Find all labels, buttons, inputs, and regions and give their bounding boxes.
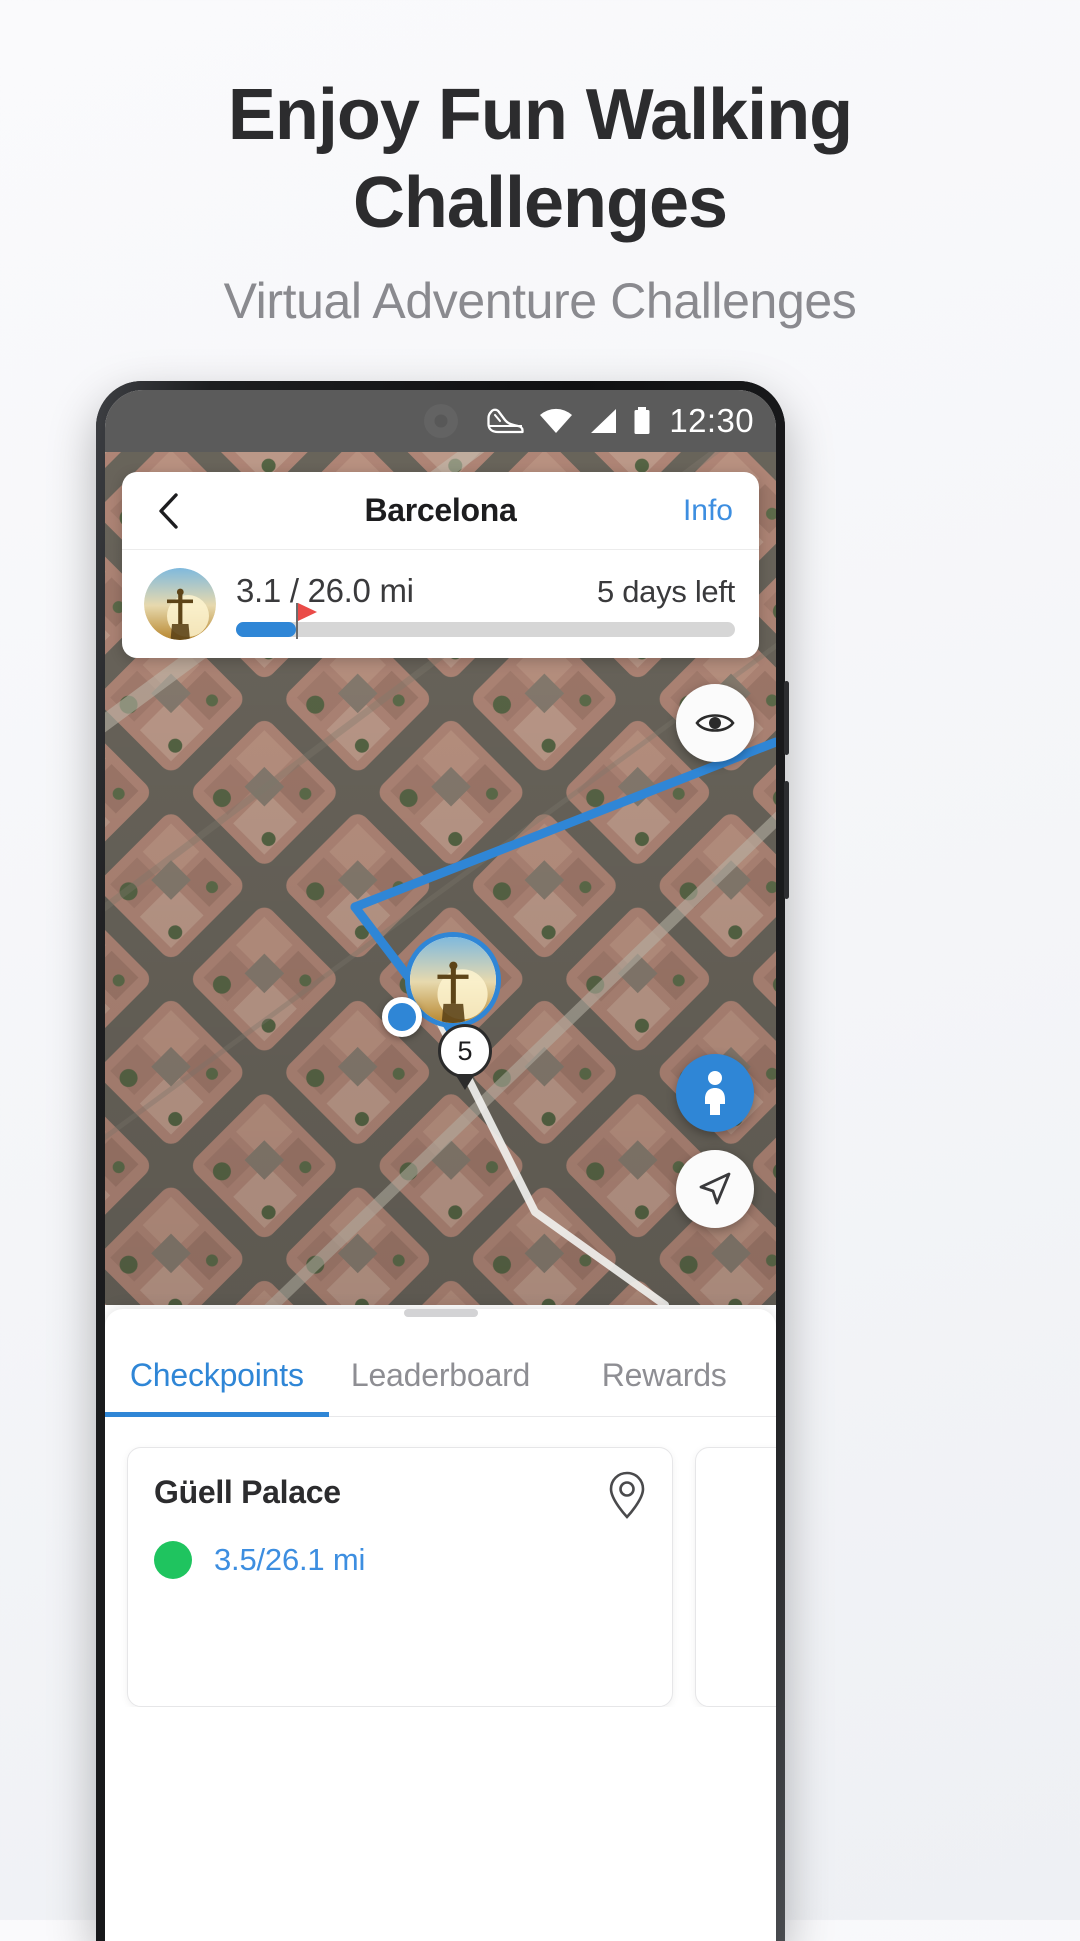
sheet-drag-handle[interactable] [403,1309,478,1317]
eye-icon [695,714,735,732]
progress-distance: 3.1 / 26.0 mi [236,571,414,609]
my-location-button[interactable] [676,1150,754,1228]
status-badge [154,1541,192,1579]
battery-icon [632,406,652,436]
page-headline: Enjoy Fun Walking Challenges [0,72,1080,248]
headline-line-2: Challenges [352,162,728,243]
location-pin-icon [606,1470,648,1525]
progress-row: 3.1 / 26.0 mi 5 days left [122,550,759,658]
sheet-tabs: Checkpoints Leaderboard Rewards [105,1339,776,1417]
days-left-label: 5 days left [596,573,735,609]
bottom-sheet: Checkpoints Leaderboard Rewards Güell Pa… [105,1309,776,1941]
pegman-icon [705,1071,725,1115]
front-camera-icon [423,404,458,438]
progress-bar [236,602,735,639]
chevron-left-icon [159,492,178,529]
progress-bar-fill [236,621,296,637]
navigation-arrow-icon [699,1172,731,1205]
checkpoint-list[interactable]: Güell Palace 3.5/26.1 mi [105,1417,776,1707]
phone-screen: 12:30 Barcelona Info 3.1 / 26.0 mi 5 day… [105,390,776,1941]
progress-details: 3.1 / 26.0 mi 5 days left [236,571,735,639]
status-bar-clock: 12:30 [669,402,754,439]
header-bar: Barcelona Info [122,472,759,550]
headline-line-1: Enjoy Fun Walking [227,75,853,155]
power-button[interactable] [784,681,789,755]
tab-leaderboard[interactable]: Leaderboard [329,1339,553,1416]
avatar [144,568,216,640]
eye-visibility-button[interactable] [676,684,754,762]
tab-checkpoints[interactable]: Checkpoints [105,1339,329,1417]
page-title: Barcelona [364,492,517,528]
progress-flag-marker [295,602,317,639]
mile-marker-pin[interactable]: 5 [438,1024,492,1078]
cellular-signal-icon [588,407,618,435]
street-view-pegman-button[interactable] [676,1054,754,1132]
status-bar: 12:30 [105,390,776,452]
challenge-header-card: Barcelona Info 3.1 / 26.0 mi 5 days left [122,472,759,658]
checkpoint-distance: 3.5/26.1 mi [214,1542,366,1577]
tab-rewards[interactable]: Rewards [552,1339,776,1416]
checkpoint-name: Güell Palace [154,1474,341,1510]
info-button[interactable]: Info [683,494,733,528]
shoe-icon [486,406,525,436]
list-item[interactable] [695,1447,776,1707]
back-button[interactable] [148,491,188,531]
map-view[interactable]: Barcelona Info 3.1 / 26.0 mi 5 days left… [105,452,776,1305]
user-location-dot [382,997,422,1037]
page-subtitle: Virtual Adventure Challenges [223,273,857,329]
list-item[interactable]: Güell Palace 3.5/26.1 mi [127,1447,673,1707]
volume-button[interactable] [784,781,789,899]
wifi-icon [538,407,574,435]
phone-mockup: 12:30 Barcelona Info 3.1 / 26.0 mi 5 day… [96,381,789,1941]
